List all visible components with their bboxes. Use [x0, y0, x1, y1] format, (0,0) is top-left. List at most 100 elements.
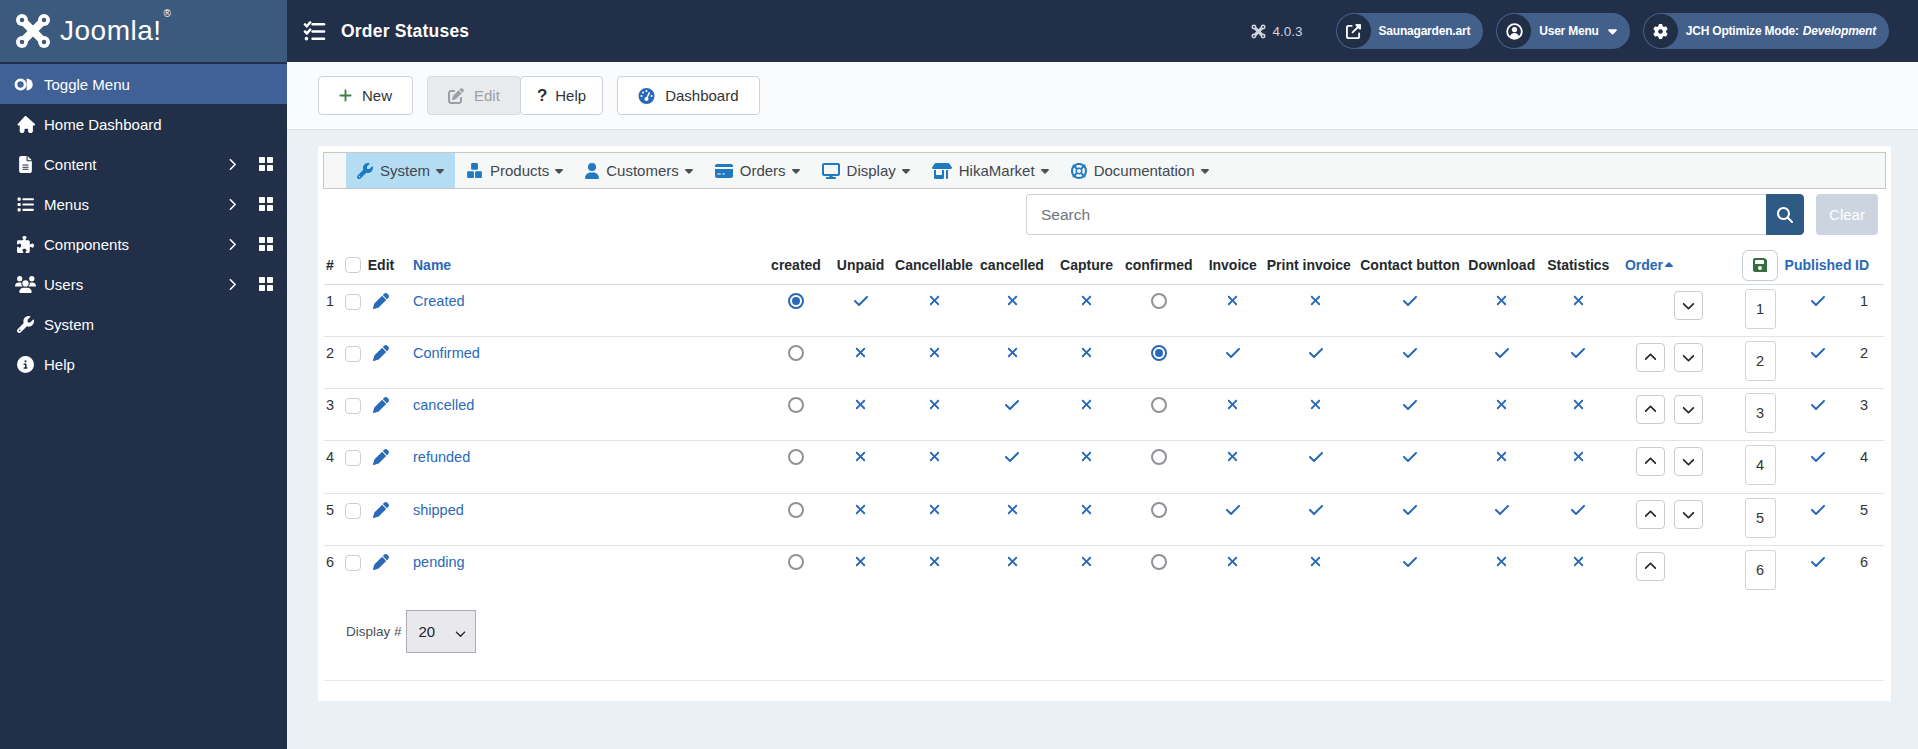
status-name-link[interactable]: pending [413, 554, 465, 570]
radio-unselected[interactable] [1151, 293, 1167, 309]
chevron-right-icon[interactable] [228, 278, 236, 291]
sidebar-item-system[interactable]: System [0, 304, 287, 344]
edit-button[interactable]: Edit [427, 76, 521, 115]
sidebar-item-content[interactable]: Content [0, 144, 287, 184]
menubar-item-products[interactable]: Products [455, 153, 574, 188]
radio-selected[interactable] [1151, 345, 1167, 361]
new-button[interactable]: New [318, 76, 413, 115]
grid-icon[interactable] [258, 156, 274, 172]
cell-checkbox [340, 389, 366, 441]
sidebar-item-components[interactable]: Components [0, 224, 287, 264]
clear-button[interactable]: Clear [1816, 194, 1878, 235]
status-name-link[interactable]: Confirmed [413, 345, 480, 361]
edit-pencil-icon[interactable] [373, 502, 389, 518]
radio-unselected[interactable] [788, 345, 804, 361]
chevron-right-icon[interactable] [228, 158, 236, 171]
x-icon [928, 397, 941, 412]
registered-mark: ® [164, 8, 172, 19]
menubar-item-customers[interactable]: Customers [574, 153, 704, 188]
move-up-button[interactable] [1636, 552, 1665, 581]
status-name-link[interactable]: Created [413, 293, 465, 309]
column-header-id-sort[interactable]: ID [1855, 257, 1869, 273]
save-order-button[interactable] [1742, 250, 1778, 281]
radio-unselected[interactable] [1151, 554, 1167, 570]
edit-pencil-icon[interactable] [373, 345, 389, 361]
status-name-link[interactable]: refunded [413, 449, 470, 465]
edit-pencil-icon[interactable] [373, 293, 389, 309]
move-down-button[interactable] [1674, 447, 1703, 476]
published-check-icon[interactable] [1810, 449, 1826, 465]
row-checkbox[interactable] [345, 503, 361, 519]
grid-icon[interactable] [258, 276, 274, 292]
caret-down-icon [1608, 24, 1617, 38]
dashboard-button[interactable]: Dashboard [617, 76, 759, 115]
help-button[interactable]: ?Help [520, 76, 603, 115]
select-all-checkbox[interactable] [345, 257, 361, 273]
radio-unselected[interactable] [1151, 397, 1167, 413]
chevron-right-icon[interactable] [228, 238, 236, 251]
row-checkbox[interactable] [345, 398, 361, 414]
sidebar: Toggle MenuHome DashboardContentMenusCom… [0, 62, 287, 749]
order-value-input[interactable] [1745, 289, 1776, 329]
radio-unselected[interactable] [788, 449, 804, 465]
edit-square-icon [448, 88, 464, 104]
row-checkbox[interactable] [345, 555, 361, 571]
published-check-icon[interactable] [1810, 502, 1826, 518]
grid-icon[interactable] [258, 236, 274, 252]
sidebar-item-home-dashboard[interactable]: Home Dashboard [0, 104, 287, 144]
sidebar-item-menus[interactable]: Menus [0, 184, 287, 224]
column-header-order-sort[interactable]: Order [1625, 257, 1673, 273]
menubar-item-display[interactable]: Display [811, 153, 921, 188]
grid-icon[interactable] [258, 196, 274, 212]
sidebar-item-users[interactable]: Users [0, 264, 287, 304]
published-check-icon[interactable] [1810, 345, 1826, 361]
order-value-input[interactable] [1745, 550, 1776, 590]
edit-pencil-icon[interactable] [373, 449, 389, 465]
radio-unselected[interactable] [1151, 449, 1167, 465]
topbar-pill-jch-optimize-mode[interactable]: JCH Optimize Mode:Development [1643, 13, 1889, 49]
status-name-link[interactable]: shipped [413, 502, 464, 518]
row-checkbox[interactable] [345, 346, 361, 362]
move-down-button[interactable] [1674, 500, 1703, 529]
display-count-select[interactable]: 20 [406, 610, 476, 653]
sidebar-item-help[interactable]: Help [0, 344, 287, 384]
status-name-link[interactable]: cancelled [413, 397, 474, 413]
menubar-item-orders[interactable]: Orders [704, 153, 811, 188]
column-header-published-sort[interactable]: Published [1785, 257, 1852, 273]
move-up-button[interactable] [1636, 447, 1665, 476]
edit-pencil-icon[interactable] [373, 397, 389, 413]
order-value-input[interactable] [1745, 445, 1776, 485]
order-value-input[interactable] [1745, 393, 1776, 433]
move-up-button[interactable] [1636, 500, 1665, 529]
published-check-icon[interactable] [1810, 554, 1826, 570]
menubar-item-documentation[interactable]: Documentation [1060, 153, 1220, 188]
topbar-pill-saunagarden-art[interactable]: Saunagarden.art [1336, 13, 1484, 49]
move-down-button[interactable] [1674, 291, 1703, 320]
column-header-name-sort[interactable]: Name [413, 257, 451, 273]
radio-unselected[interactable] [788, 397, 804, 413]
edit-pencil-icon[interactable] [373, 554, 389, 570]
radio-selected[interactable] [788, 293, 804, 309]
radio-unselected[interactable] [788, 554, 804, 570]
radio-unselected[interactable] [1151, 502, 1167, 518]
topbar-pill-user-menu[interactable]: User Menu [1496, 13, 1630, 49]
order-value-input[interactable] [1745, 498, 1776, 538]
move-down-button[interactable] [1674, 343, 1703, 372]
published-check-icon[interactable] [1810, 397, 1826, 413]
joomla-brand[interactable]: Joomla!® [0, 0, 287, 62]
published-check-icon[interactable] [1810, 293, 1826, 309]
x-icon [1572, 397, 1585, 412]
menubar-item-system[interactable]: System [346, 153, 455, 188]
move-up-button[interactable] [1636, 395, 1665, 424]
row-checkbox[interactable] [345, 294, 361, 310]
menubar-item-hikamarket[interactable]: HikaMarket [921, 153, 1060, 188]
radio-unselected[interactable] [788, 502, 804, 518]
sidebar-item-toggle-menu[interactable]: Toggle Menu [0, 64, 287, 104]
move-down-button[interactable] [1674, 395, 1703, 424]
chevron-right-icon[interactable] [228, 198, 236, 211]
move-up-button[interactable] [1636, 343, 1665, 372]
row-checkbox[interactable] [345, 450, 361, 466]
search-input[interactable] [1026, 194, 1766, 235]
order-value-input[interactable] [1745, 341, 1776, 381]
search-button[interactable] [1766, 194, 1804, 235]
